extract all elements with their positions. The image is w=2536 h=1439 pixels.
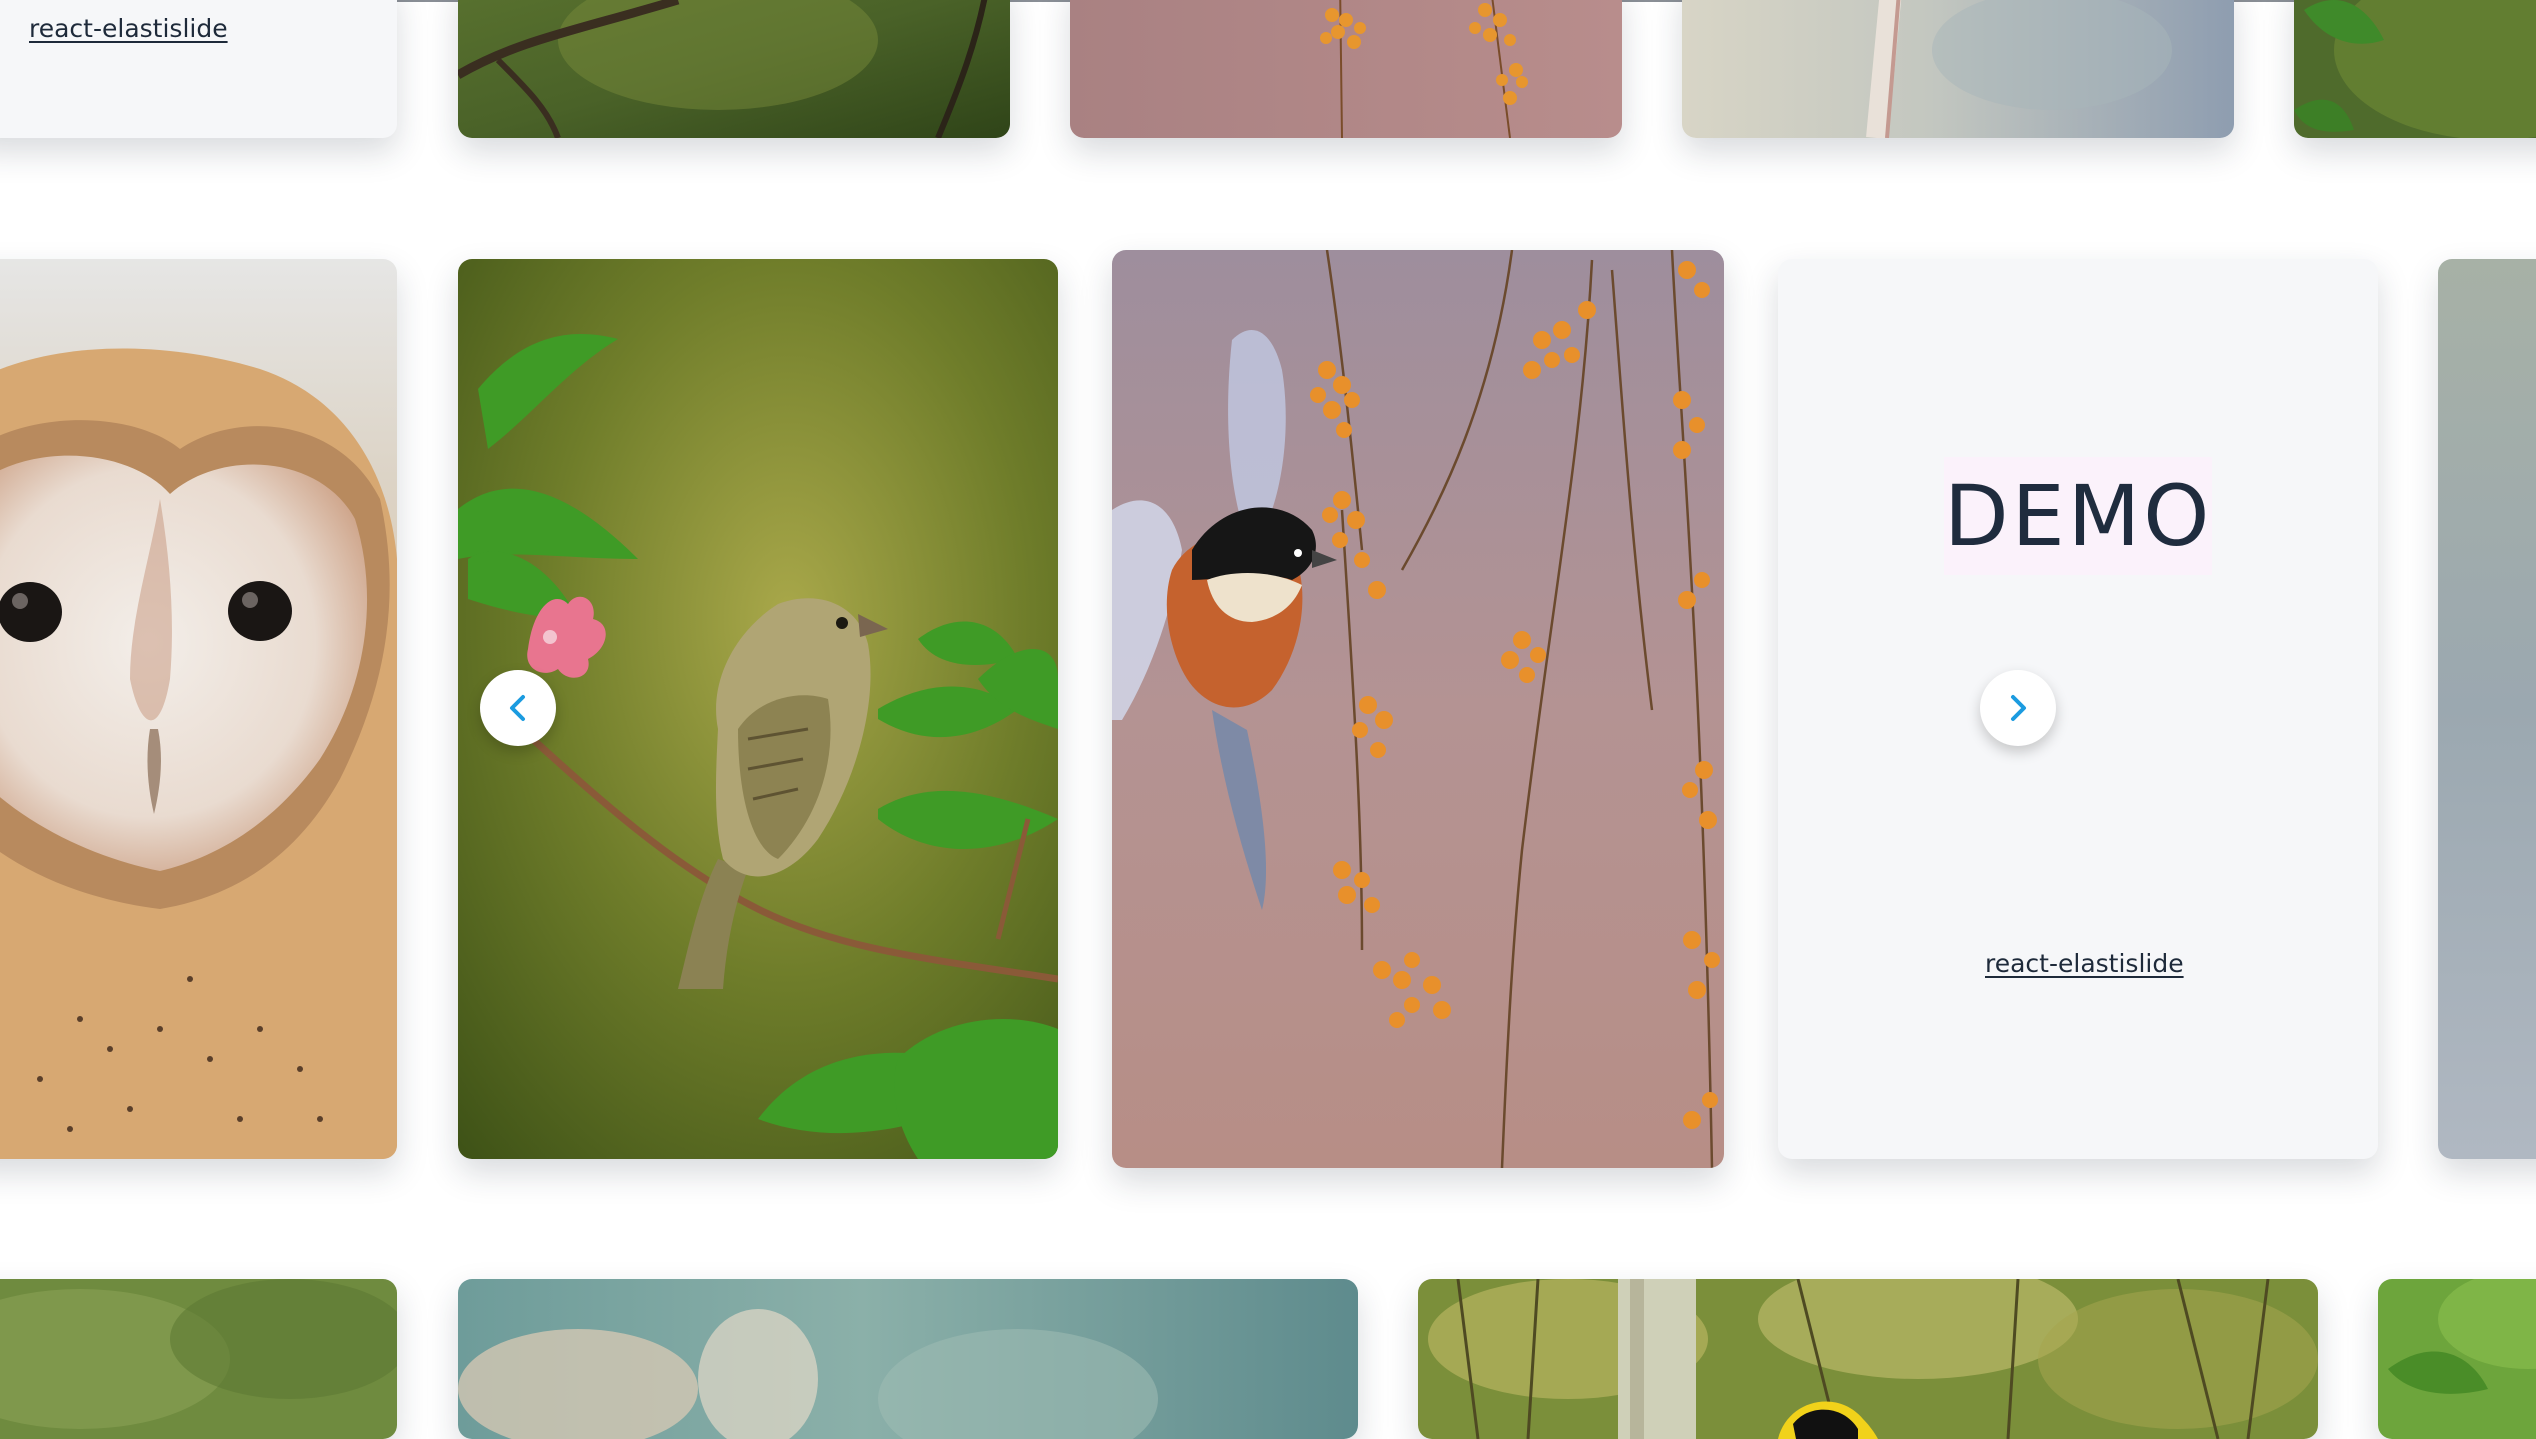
tit-feeding-on-berries-photo xyxy=(1112,250,1724,1168)
bottom-teal-image[interactable] xyxy=(458,1279,1358,1439)
top-branch-image[interactable] xyxy=(458,0,1010,138)
tit-image-card[interactable] xyxy=(1112,250,1724,1168)
top-berries-image[interactable] xyxy=(1070,0,1622,138)
top-pale-image[interactable] xyxy=(1682,0,2234,138)
prev-button[interactable] xyxy=(480,670,556,746)
owl-image-card[interactable] xyxy=(0,259,397,1159)
grey-image-card[interactable] xyxy=(2438,259,2536,1159)
top-text-card: react-elastislide xyxy=(0,0,397,138)
next-button[interactable] xyxy=(1980,670,2056,746)
branch-photo xyxy=(458,0,1010,138)
misty-grey-photo xyxy=(2438,259,2536,1159)
pale-birch-photo xyxy=(1682,0,2234,138)
barn-owl-photo xyxy=(0,259,397,1159)
bright-green-photo xyxy=(2378,1279,2536,1439)
bottom-foliage-image[interactable] xyxy=(0,1279,397,1439)
misty-teal-photo xyxy=(458,1279,1358,1439)
berries-photo xyxy=(1070,0,1622,138)
demo-card: DEMO react-elastislide xyxy=(1778,259,2378,1159)
demo-title: DEMO xyxy=(1944,457,2212,575)
bottom-toucan-image[interactable] xyxy=(1418,1279,2318,1439)
chevron-right-icon xyxy=(2011,695,2026,721)
forest-toucan-photo xyxy=(1418,1279,2318,1439)
green-leaves-photo xyxy=(2294,0,2536,138)
demo-react-elastislide-link[interactable]: react-elastislide xyxy=(1985,949,2184,978)
chevron-left-icon xyxy=(510,695,525,721)
green-foliage-photo xyxy=(0,1279,397,1439)
top-react-elastislide-link[interactable]: react-elastislide xyxy=(29,14,228,43)
top-green-image[interactable] xyxy=(2294,0,2536,138)
bottom-green-image[interactable] xyxy=(2378,1279,2536,1439)
